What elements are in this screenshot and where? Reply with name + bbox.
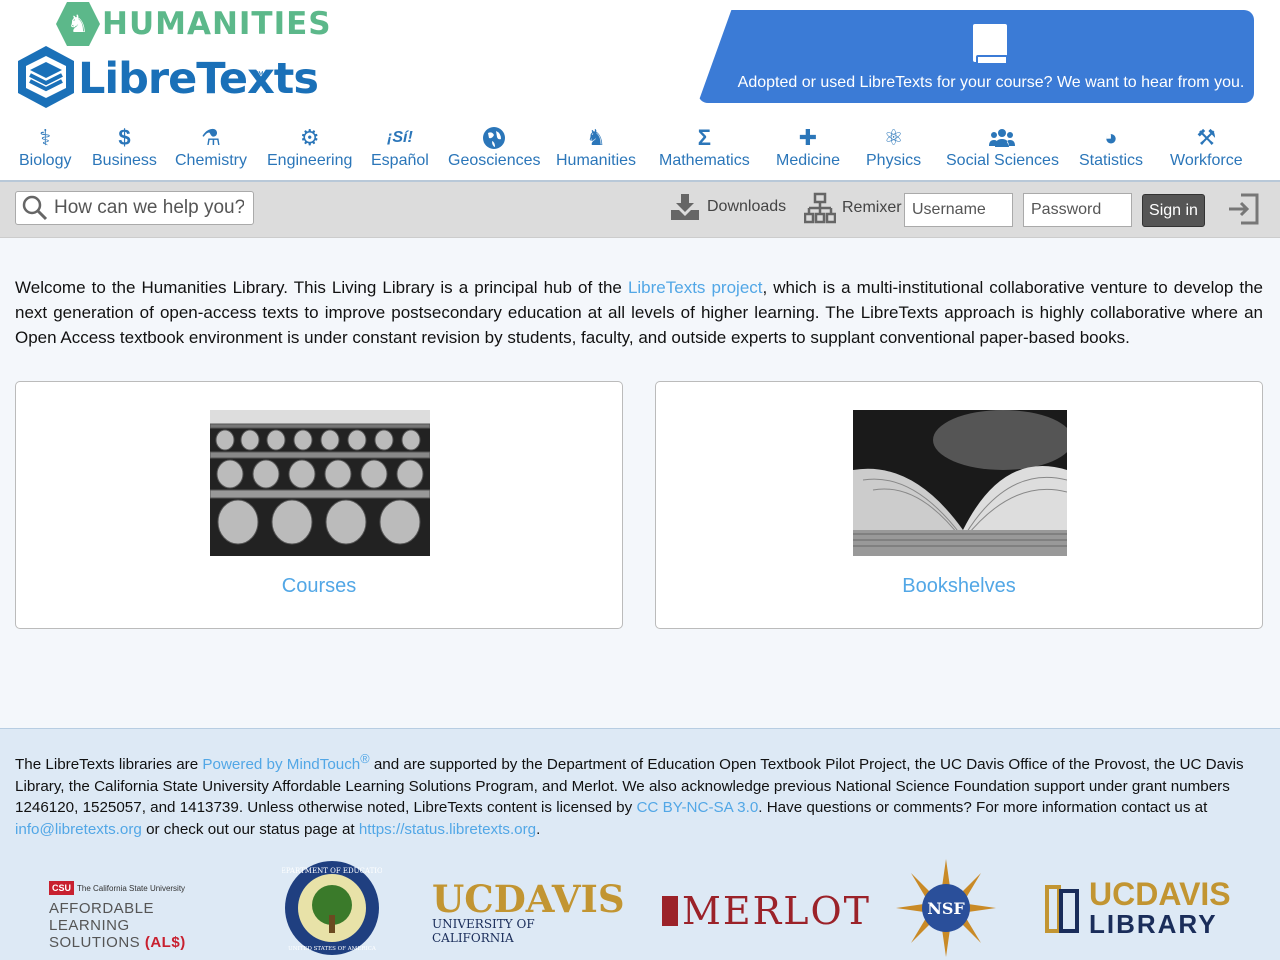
nav-geosciences[interactable]: Geosciences <box>448 124 541 170</box>
subject-nav: ⚕ Biology $ Business ⚗ Chemistry ⚙ Engin… <box>0 124 1280 180</box>
welcome-text: Welcome to the Humanities Library. This … <box>15 278 1263 347</box>
nav-label: Español <box>371 152 429 169</box>
nav-biology[interactable]: ⚕ Biology <box>19 124 71 170</box>
trademark: ™ <box>254 70 264 81</box>
sign-in-icon[interactable] <box>1227 192 1259 226</box>
password-field[interactable] <box>1023 193 1132 227</box>
library-book-icon <box>1045 885 1079 933</box>
nav-label: Chemistry <box>175 152 248 169</box>
pie-chart-icon: ◕ <box>1104 125 1118 150</box>
nav-espanol[interactable]: ¡Sí! Español <box>371 124 429 170</box>
download-icon <box>671 194 699 220</box>
book-icon <box>973 24 1008 65</box>
footer: The LibreTexts libraries are Powered by … <box>0 728 1280 960</box>
license-link[interactable]: CC BY-NC-SA 3.0 <box>636 799 758 816</box>
bust-icon: ♞ <box>586 125 606 150</box>
feedback-banner[interactable]: Adopted or used LibreTexts for your cour… <box>698 10 1254 103</box>
mindtouch-link[interactable]: Powered by MindTouch® <box>202 752 369 773</box>
globe-icon <box>482 124 506 152</box>
nav-label: Biology <box>19 152 72 169</box>
bookshelves-link[interactable]: Bookshelves <box>656 575 1262 598</box>
site-header: ♞ HUMANITIES LibreTexts ™ Adopted or use… <box>0 0 1280 180</box>
libretexts-logo-text[interactable]: LibreTexts <box>78 54 319 104</box>
sitemap-icon <box>804 192 836 224</box>
humanities-bust-icon: ♞ <box>56 2 100 46</box>
search-icon <box>22 195 48 221</box>
nav-physics[interactable]: ⚛ Physics <box>866 124 921 170</box>
csu-als-logo[interactable]: CSU The California State University AFFO… <box>49 881 239 951</box>
nav-mathematics[interactable]: Σ Mathematics <box>659 124 750 170</box>
nav-label: Physics <box>866 152 922 169</box>
nav-label: Statistics <box>1079 152 1144 169</box>
si-icon: ¡Sí! <box>387 129 413 146</box>
nav-label: Social Sciences <box>946 152 1059 169</box>
atom-icon: ⚛ <box>883 125 904 150</box>
username-field[interactable] <box>904 193 1013 227</box>
status-page-link[interactable]: https://status.libretexts.org <box>359 821 536 838</box>
nsf-logo[interactable]: NSF <box>896 859 996 957</box>
search-input[interactable] <box>54 197 244 219</box>
email-link[interactable]: info@libretexts.org <box>15 821 142 838</box>
feedback-banner-text: Adopted or used LibreTexts for your cour… <box>737 74 1245 91</box>
svg-text:NSF: NSF <box>927 899 965 918</box>
department-of-education-seal[interactable]: DEPARTMENT OF EDUCATION UNITED STATES OF… <box>282 859 382 957</box>
remixer-button[interactable]: Remixer <box>804 192 902 224</box>
nav-workforce[interactable]: ⚒ Workforce <box>1170 124 1243 170</box>
nav-business[interactable]: $ Business <box>92 124 157 170</box>
nav-label: Geosciences <box>448 152 541 169</box>
svg-text:UNITED STATES OF AMERICA: UNITED STATES OF AMERICA <box>288 946 377 952</box>
dna-icon: ⚕ <box>39 125 52 150</box>
nav-medicine[interactable]: ✚ Medicine <box>776 124 840 170</box>
uc-davis-library-logo[interactable]: UCDAVIS LIBRARY <box>1043 878 1231 939</box>
remixer-label: Remixer <box>842 199 902 216</box>
nav-label: Engineering <box>267 152 353 169</box>
library-name[interactable]: HUMANITIES <box>102 6 332 42</box>
libretexts-logo-icon[interactable] <box>14 44 78 110</box>
users-icon <box>989 124 1016 152</box>
libretexts-project-link[interactable]: LibreTexts project <box>628 278 763 297</box>
sigma-icon: Σ <box>697 125 711 150</box>
nav-statistics[interactable]: ◕ Statistics <box>1079 124 1143 170</box>
nav-humanities[interactable]: ♞ Humanities <box>556 124 636 170</box>
nav-engineering[interactable]: ⚙ Engineering <box>267 124 352 170</box>
merlot-column-icon <box>662 896 678 926</box>
nav-social-sciences[interactable]: Social Sciences <box>946 124 1059 170</box>
bookshelves-card[interactable]: Bookshelves <box>655 381 1263 629</box>
tools-icon: ⚒ <box>1196 125 1217 150</box>
svg-text:DEPARTMENT OF EDUCATION: DEPARTMENT OF EDUCATION <box>282 867 382 875</box>
sign-in-button[interactable]: Sign in <box>1142 194 1205 227</box>
nav-label: Business <box>92 152 157 169</box>
gear-icon: ⚙ <box>299 125 320 150</box>
search-box[interactable] <box>15 191 254 225</box>
open-book-image <box>853 410 1067 556</box>
nav-chemistry[interactable]: ⚗ Chemistry <box>175 124 247 170</box>
downloads-button[interactable]: Downloads <box>669 192 786 222</box>
nav-label: Medicine <box>776 152 841 169</box>
uc-davis-logo[interactable]: UCDAVIS UNIVERSITY OF CALIFORNIA <box>432 881 625 946</box>
toolbar: Downloads Remixer Sign in <box>0 180 1280 238</box>
nav-label: Humanities <box>556 152 637 169</box>
nav-label: Mathematics <box>659 152 750 169</box>
plus-icon: ✚ <box>798 125 818 150</box>
nav-label: Workforce <box>1170 152 1243 169</box>
footer-text: The LibreTexts libraries are Powered by … <box>15 752 1244 838</box>
lecture-hall-image <box>210 410 430 556</box>
main-content: Welcome to the Humanities Library. This … <box>0 238 1280 728</box>
merlot-logo[interactable]: MERLOT <box>662 889 871 933</box>
downloads-label: Downloads <box>707 198 787 215</box>
courses-link[interactable]: Courses <box>16 575 622 598</box>
flask-icon: ⚗ <box>201 125 221 150</box>
courses-card[interactable]: Courses <box>15 381 623 629</box>
dollar-icon: $ <box>118 125 131 150</box>
